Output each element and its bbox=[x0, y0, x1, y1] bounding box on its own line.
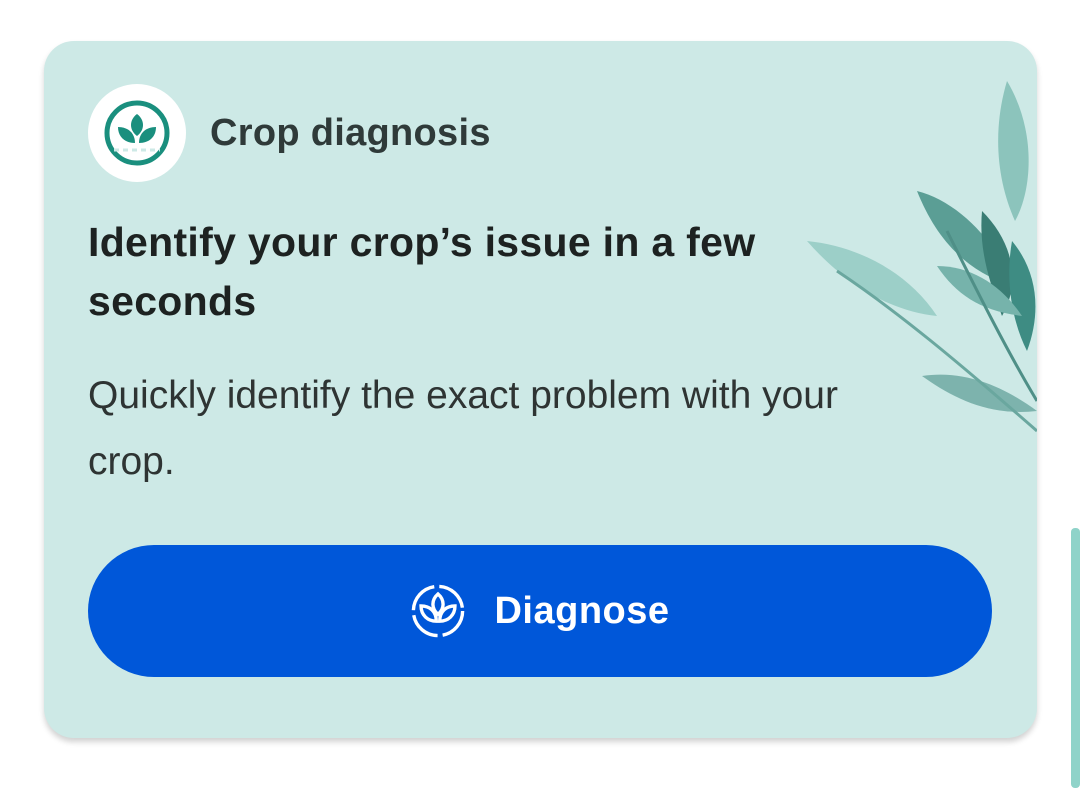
crop-diagnosis-card: Crop diagnosis Identify your crop’s issu… bbox=[44, 41, 1037, 738]
card-header: Crop diagnosis bbox=[88, 84, 491, 182]
scrollbar[interactable] bbox=[1071, 528, 1080, 788]
card-headline: Identify your crop’s issue in a few seco… bbox=[88, 219, 756, 324]
card-title: Crop diagnosis bbox=[210, 111, 491, 154]
plant-diagnosis-icon bbox=[88, 84, 186, 182]
diagnose-button-label: Diagnose bbox=[494, 589, 670, 632]
plant-diagnosis-icon bbox=[412, 584, 465, 638]
diagnose-button[interactable]: Diagnose bbox=[88, 545, 992, 677]
card-description: Quickly identify the exact problem with … bbox=[88, 374, 838, 483]
